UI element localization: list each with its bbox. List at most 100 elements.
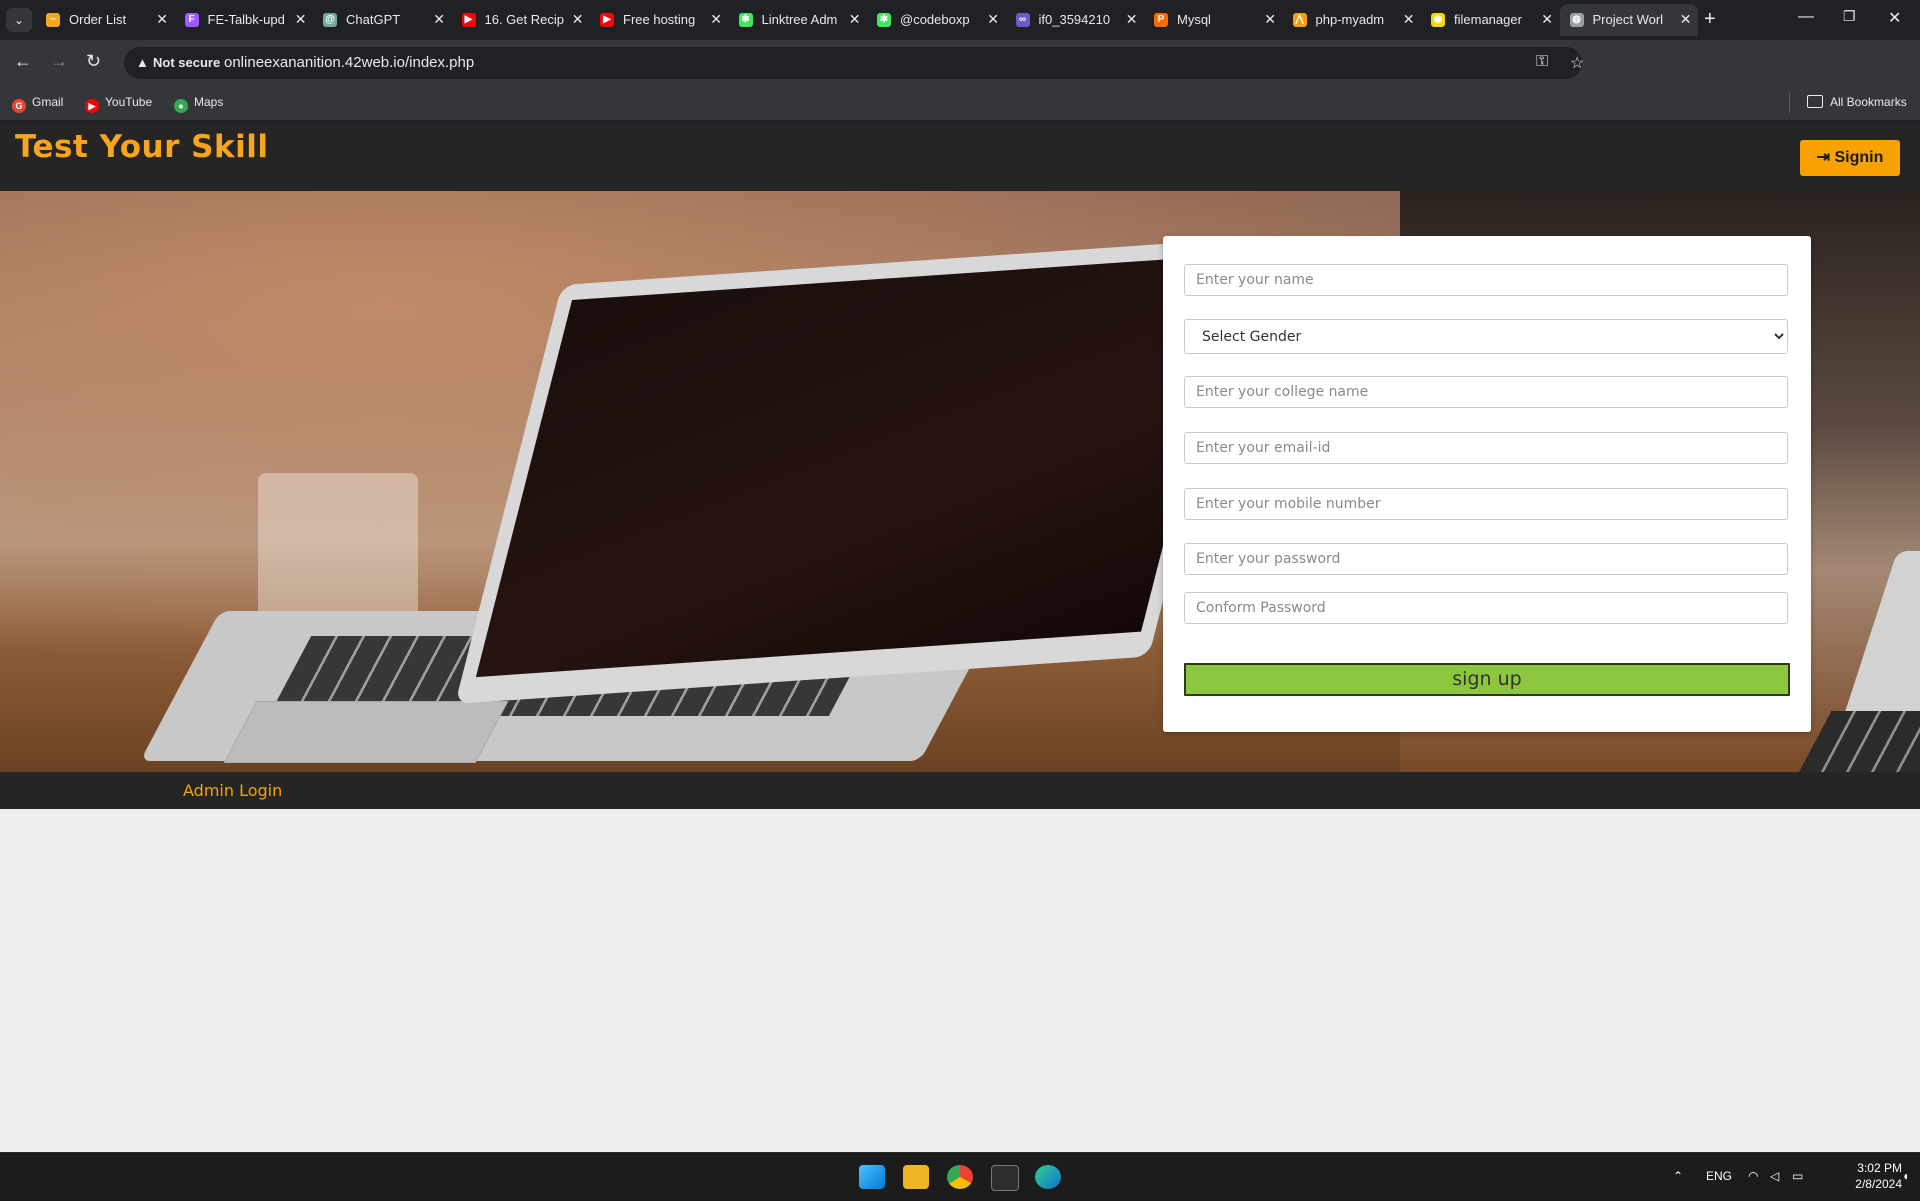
tab-title: Project Worl	[1592, 12, 1664, 27]
star-icon[interactable]: ☆	[1570, 53, 1584, 73]
folder-icon	[1807, 95, 1823, 108]
wifi-icon[interactable]: ◠	[1748, 1169, 1758, 1183]
notification-icon[interactable]: ◖	[1902, 1169, 1909, 1183]
mobile-input[interactable]	[1184, 488, 1788, 520]
tab-favicon-icon: ▶	[461, 13, 476, 27]
tab-close-icon[interactable]: ✕	[710, 11, 722, 28]
tab-close-icon[interactable]: ✕	[1680, 11, 1692, 28]
bookmarks-divider	[1789, 93, 1790, 113]
tab-title: filemanager	[1454, 12, 1522, 27]
browser-tab[interactable]: @ ChatGPT ✕	[313, 4, 451, 36]
tray-chevron-icon[interactable]: ⌃	[1673, 1169, 1683, 1183]
tab-close-icon[interactable]: ✕	[1541, 11, 1553, 28]
bookmark-label: Gmail	[32, 95, 64, 109]
browser-tab[interactable]: ◍ Project Worl ✕	[1559, 4, 1698, 36]
tab-close-icon[interactable]: ✕	[1264, 11, 1276, 28]
language-indicator[interactable]: ENG	[1706, 1169, 1732, 1183]
tab-favicon-icon: ▶	[600, 13, 614, 27]
tab-strip: ⌄ ~ Order List ✕ F FE-Talbk-upd ✕ @ ChatGPT ✕ ▶ 16…	[0, 0, 1920, 40]
edge-icon[interactable]	[1035, 1165, 1061, 1189]
tab-title: FE-Talbk-upd	[207, 12, 285, 27]
tab-close-icon[interactable]: ✕	[156, 11, 168, 28]
battery-icon[interactable]: ▭	[1792, 1169, 1803, 1183]
name-input[interactable]	[1184, 264, 1788, 296]
laptop-trackpad-image	[223, 701, 509, 763]
bookmark-label: YouTube	[105, 95, 153, 109]
file-explorer-icon[interactable]	[903, 1165, 929, 1189]
terminal-icon[interactable]	[991, 1165, 1019, 1191]
tab-favicon-icon: F	[184, 13, 199, 27]
signup-button[interactable]: sign up	[1184, 663, 1790, 696]
tab-close-icon[interactable]: ✕	[987, 11, 999, 28]
clock-time: 3:02 PM	[1857, 1161, 1902, 1175]
restore-icon[interactable]: ❐	[1843, 8, 1856, 25]
key-icon[interactable]: ⚿	[1536, 53, 1548, 71]
tab-favicon-icon: ✱	[738, 13, 753, 27]
bookmark-favicon-icon: ●	[174, 99, 188, 113]
tab-title: php-myadm	[1315, 12, 1385, 27]
url-text[interactable]: onlineexananition.42web.io/index.php	[224, 54, 474, 71]
bookmark-item[interactable]: ▶ YouTube	[85, 95, 152, 113]
admin-login-link[interactable]: Admin Login	[183, 781, 282, 800]
tab-close-icon[interactable]: ✕	[1126, 11, 1138, 28]
close-window-icon[interactable]: ✕	[1888, 8, 1901, 28]
tab-close-icon[interactable]: ✕	[295, 11, 307, 28]
site-brand[interactable]: Test Your Skill	[15, 129, 269, 165]
tab-title: Mysql	[1177, 12, 1211, 27]
signin-button[interactable]: ⇥ Signin	[1800, 140, 1900, 176]
all-bookmarks-label: All Bookmarks	[1830, 95, 1907, 109]
browser-tab[interactable]: F FE-Talbk-upd ✕	[175, 4, 313, 36]
tab-title: Free hosting	[623, 12, 696, 27]
confirm-password-input[interactable]	[1184, 592, 1788, 624]
tab-close-icon[interactable]: ✕	[1403, 11, 1415, 28]
not-secure-label[interactable]: Not secure	[153, 55, 220, 70]
browser-tab[interactable]: ~ Order List ✕	[36, 4, 174, 36]
college-input[interactable]	[1184, 376, 1788, 408]
address-bar[interactable]: ▲ Not secure onlineexananition.42web.io/…	[124, 47, 1584, 79]
signup-card: Select Gender sign up	[1163, 236, 1811, 732]
browser-tab[interactable]: ∞ if0_3594210 ✕	[1006, 4, 1144, 36]
taskbar: ⌃ ENG ◠ ◁ ▭ 3:02 PM 2/8/2024 ◖	[0, 1152, 1920, 1201]
bookmark-item[interactable]: G Gmail	[12, 95, 63, 113]
tab-title: Linktree Adm	[761, 12, 838, 27]
tab-favicon-icon: @	[323, 13, 337, 27]
volume-icon[interactable]: ◁	[1770, 1169, 1779, 1183]
browser-tab[interactable]: P Mysql ✕	[1144, 4, 1282, 36]
tab-title: if0_3594210	[1038, 12, 1111, 27]
bookmarks-bar: G Gmail ▶ YouTube ● Maps All Bookmarks	[0, 86, 1920, 121]
browser-tab[interactable]: ▶ 16. Get Recip ✕	[452, 4, 590, 36]
password-input[interactable]	[1184, 543, 1788, 575]
bookmark-label: Maps	[194, 95, 224, 109]
chrome-icon[interactable]	[947, 1165, 973, 1189]
clock[interactable]: 3:02 PM 2/8/2024	[1822, 1160, 1902, 1192]
gender-select[interactable]: Select Gender	[1184, 319, 1788, 354]
email-input[interactable]	[1184, 432, 1788, 464]
tab-close-icon[interactable]: ✕	[433, 11, 445, 28]
tab-title: @codeboxp	[900, 12, 970, 27]
tab-close-icon[interactable]: ✕	[849, 11, 861, 28]
signin-icon: ⇥	[1816, 149, 1831, 166]
start-icon[interactable]	[859, 1165, 885, 1189]
tab-favicon-icon: ◍	[1569, 13, 1584, 27]
browser-tab[interactable]: ◉ filemanager ✕	[1421, 4, 1559, 36]
browser-toolbar: ← → ↻ ▲ Not secure onlineexananition.42w…	[0, 40, 1920, 111]
tab-search-icon[interactable]: ⌄	[6, 8, 32, 32]
bookmark-favicon-icon: G	[12, 99, 26, 113]
browser-tab[interactable]: ⋀ php-myadm ✕	[1283, 4, 1421, 36]
tab-close-icon[interactable]: ✕	[572, 11, 584, 28]
browser-tab[interactable]: ✱ Linktree Adm ✕	[729, 4, 867, 36]
site-header: Test Your Skill ⇥ Signin	[0, 121, 1920, 191]
browser-tab[interactable]: ✱ @codeboxp ✕	[867, 4, 1005, 36]
tab-favicon-icon: ~	[46, 13, 60, 27]
tab-favicon-icon: ✱	[877, 13, 891, 27]
back-icon[interactable]: ←	[14, 51, 32, 72]
reload-icon[interactable]: ↻	[86, 51, 101, 72]
forward-icon[interactable]: →	[50, 51, 68, 72]
all-bookmarks[interactable]: All Bookmarks	[1807, 95, 1907, 109]
browser-tab[interactable]: ▶ Free hosting ✕	[590, 4, 728, 36]
tab-title: 16. Get Recip	[484, 12, 565, 27]
bookmark-item[interactable]: ● Maps	[174, 95, 223, 113]
new-tab-icon[interactable]: +	[1704, 8, 1716, 31]
signin-label: Signin	[1834, 149, 1884, 166]
minimize-icon[interactable]: —	[1798, 8, 1814, 26]
